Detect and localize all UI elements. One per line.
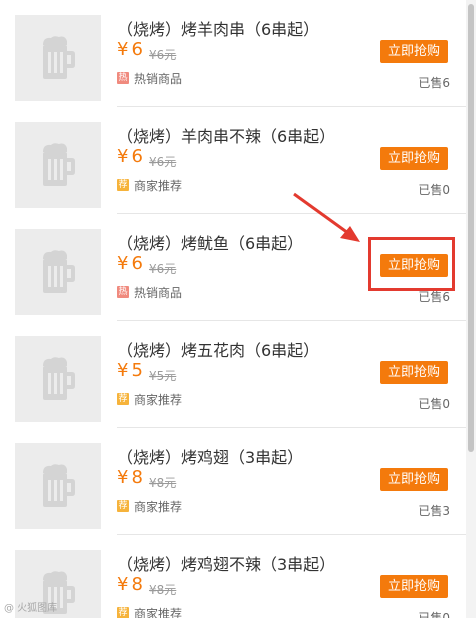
original-price: ¥6元 xyxy=(149,155,177,169)
price-value: 6 xyxy=(131,146,143,167)
price-value: 6 xyxy=(131,39,143,60)
product-name[interactable]: （烧烤）烤羊肉串（6串起） xyxy=(117,16,319,40)
product-name[interactable]: （烧烤）烤鸡翅不辣（3串起） xyxy=(117,551,335,575)
price-value: 8 xyxy=(131,467,143,488)
original-price: ¥5元 xyxy=(149,369,177,383)
currency-symbol: ¥ xyxy=(117,574,129,595)
tag-icon: 荐 xyxy=(117,500,129,512)
tag-icon: 荐 xyxy=(117,393,129,405)
product-price: ¥6 xyxy=(117,39,143,60)
product-list[interactable]: （烧烤）烤羊肉串（6串起） ¥6 ¥6元 热 热销商品 立即抢购 已售6 （烧烤… xyxy=(0,0,466,618)
buy-now-button[interactable]: 立即抢购 xyxy=(380,361,448,384)
price-value: 5 xyxy=(131,360,143,381)
currency-symbol: ¥ xyxy=(117,467,129,488)
product-price: ¥8 xyxy=(117,574,143,595)
product-thumbnail[interactable] xyxy=(15,443,101,529)
original-price: ¥6元 xyxy=(149,262,177,276)
product-price: ¥6 xyxy=(117,146,143,167)
original-price: ¥6元 xyxy=(149,48,177,62)
product-thumbnail[interactable] xyxy=(15,122,101,208)
price-value: 6 xyxy=(131,253,143,274)
product-tag: 热销商品 xyxy=(134,286,183,300)
product-name[interactable]: （烧烤）烤五花肉（6串起） xyxy=(117,337,319,361)
tag-icon: 荐 xyxy=(117,607,129,618)
currency-symbol: ¥ xyxy=(117,253,129,274)
product-item-4[interactable]: （烧烤）烤鸡翅（3串起） ¥8 ¥8元 荐 商家推荐 立即抢购 已售3 xyxy=(0,428,466,535)
beer-mug-placeholder-icon xyxy=(43,250,75,293)
scrollbar-thumb[interactable] xyxy=(468,4,474,452)
product-tag: 商家推荐 xyxy=(134,179,183,193)
original-price: ¥8元 xyxy=(149,476,177,490)
product-price: ¥6 xyxy=(117,253,143,274)
product-tag: 商家推荐 xyxy=(134,393,183,407)
sold-count: 已售6 xyxy=(418,76,450,90)
beer-mug-placeholder-icon xyxy=(43,464,75,507)
tag-icon: 荐 xyxy=(117,179,129,191)
buy-now-button[interactable]: 立即抢购 xyxy=(380,468,448,491)
annotation-highlight-box xyxy=(368,237,455,291)
sold-count: 已售0 xyxy=(418,611,450,618)
product-thumbnail[interactable] xyxy=(15,229,101,315)
annotation-arrow-icon xyxy=(293,192,360,242)
product-price: ¥5 xyxy=(117,360,143,381)
product-item-1[interactable]: （烧烤）羊肉串不辣（6串起） ¥6 ¥6元 荐 商家推荐 立即抢购 已售0 xyxy=(0,107,466,214)
buy-now-button[interactable]: 立即抢购 xyxy=(380,575,448,598)
product-thumbnail[interactable] xyxy=(15,15,101,101)
beer-mug-placeholder-icon xyxy=(43,143,75,186)
product-tag: 商家推荐 xyxy=(134,607,183,618)
price-value: 8 xyxy=(131,574,143,595)
currency-symbol: ¥ xyxy=(117,360,129,381)
product-price: ¥8 xyxy=(117,467,143,488)
product-item-5[interactable]: （烧烤）烤鸡翅不辣（3串起） ¥8 ¥8元 荐 商家推荐 立即抢购 已售0 xyxy=(0,535,466,618)
sold-count: 已售0 xyxy=(418,397,450,411)
scrollbar[interactable] xyxy=(466,0,476,618)
buy-now-button[interactable]: 立即抢购 xyxy=(380,40,448,63)
product-tag: 热销商品 xyxy=(134,72,183,86)
buy-now-button[interactable]: 立即抢购 xyxy=(380,147,448,170)
tag-icon: 热 xyxy=(117,286,129,298)
product-name[interactable]: （烧烤）羊肉串不辣（6串起） xyxy=(117,123,335,147)
currency-symbol: ¥ xyxy=(117,146,129,167)
original-price: ¥8元 xyxy=(149,583,177,597)
sold-count: 已售3 xyxy=(418,504,450,518)
currency-symbol: ¥ xyxy=(117,39,129,60)
product-item-3[interactable]: （烧烤）烤五花肉（6串起） ¥5 ¥5元 荐 商家推荐 立即抢购 已售0 xyxy=(0,321,466,428)
beer-mug-placeholder-icon xyxy=(43,357,75,400)
sold-count: 已售0 xyxy=(418,183,450,197)
product-thumbnail[interactable] xyxy=(15,336,101,422)
beer-mug-placeholder-icon xyxy=(43,36,75,79)
product-tag: 商家推荐 xyxy=(134,500,183,514)
product-item-0[interactable]: （烧烤）烤羊肉串（6串起） ¥6 ¥6元 热 热销商品 立即抢购 已售6 xyxy=(0,0,466,107)
watermark: @ 火狐图库 xyxy=(4,603,58,614)
product-name[interactable]: （烧烤）烤鸡翅（3串起） xyxy=(117,444,303,468)
tag-icon: 热 xyxy=(117,72,129,84)
product-name[interactable]: （烧烤）烤鱿鱼（6串起） xyxy=(117,230,303,254)
